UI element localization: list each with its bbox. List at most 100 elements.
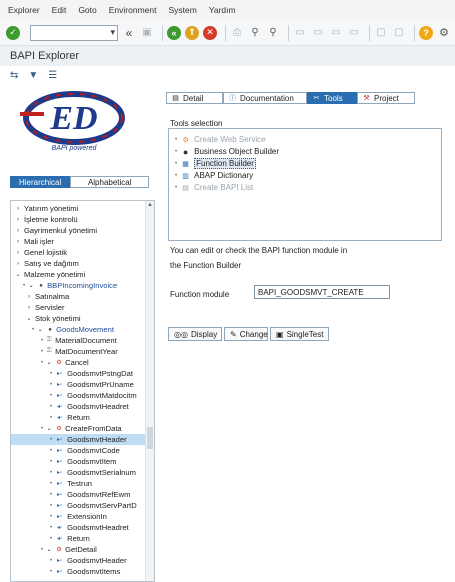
chevron-right-icon[interactable]: › xyxy=(14,238,22,246)
tools-panel: Tools selection • ⚙ Create Web Service • ●… xyxy=(166,104,444,341)
tree-node[interactable]: • ▸▫ GoodsmvtHeader xyxy=(11,555,145,566)
enter-icon[interactable]: ✓ xyxy=(6,25,20,40)
tree-node-label: BBPIncomingInvoice xyxy=(47,281,118,290)
tab-tools-label: Tools xyxy=(324,93,343,103)
tree-node[interactable]: • ◂▫ Return xyxy=(11,533,145,544)
tree-node[interactable]: • ▸▫ GoodsmvtServPartD xyxy=(11,500,145,511)
tab-alphabetical[interactable]: Alphabetical xyxy=(70,176,150,188)
page-title: BAPI Explorer xyxy=(0,46,455,66)
key-icon: ⚿ xyxy=(46,337,52,343)
menu-goto[interactable]: Goto xyxy=(78,5,96,15)
tree-node[interactable]: • ⌄ ⚙ GetDetail xyxy=(11,544,145,555)
chevron-right-icon[interactable]: › xyxy=(25,304,33,312)
tree-node[interactable]: • ▸▫ GoodsmvtPrUname xyxy=(11,379,145,390)
list-view-icon[interactable]: ☰ xyxy=(48,70,57,81)
tree-node[interactable]: › Yatırım yönetimi xyxy=(11,203,145,214)
change-button[interactable]: ✎ Change xyxy=(224,327,268,341)
tree-node-label: CreateFromData xyxy=(65,424,122,433)
chevron-right-icon[interactable]: › xyxy=(14,249,22,257)
tab-documentation[interactable]: ⓘ Documentation xyxy=(223,92,307,104)
exit-icon[interactable]: ⇑ xyxy=(185,25,199,40)
scroll-up-icon[interactable]: ▲ xyxy=(146,202,154,208)
tree-node[interactable]: • ⌄ ● GoodsMovement xyxy=(11,324,145,335)
tree-node[interactable]: › Genel lojistik xyxy=(11,247,145,258)
find-next-icon[interactable]: ⚲ xyxy=(266,26,280,40)
tree-node[interactable]: • ▸▫ Testrun xyxy=(11,478,145,489)
tree-node[interactable]: • ▸▫ GoodsmvtCode xyxy=(11,445,145,456)
param-in-icon: ▸▫ xyxy=(57,481,63,487)
single-test-button[interactable]: ▣ SingleTest xyxy=(270,327,329,341)
chevron-right-icon[interactable]: › xyxy=(14,260,22,268)
back-icon[interactable]: « xyxy=(167,25,181,40)
param-in-icon: ▸▫ xyxy=(57,492,63,498)
cancel-icon[interactable]: ✕ xyxy=(203,25,217,40)
tree-node[interactable]: • ▸▫ GoodsmvtItems xyxy=(11,566,145,577)
expand-icon[interactable]: ⌄ xyxy=(45,546,53,554)
tree-node-label: GoodsmvtHeader xyxy=(67,435,127,444)
first-page-icon: ▭ xyxy=(295,27,305,38)
tree-node[interactable]: • ⌄ ● BBPIncomingInvoice xyxy=(11,280,145,291)
menu-edit[interactable]: Edit xyxy=(52,5,67,15)
menu-help[interactable]: Yardım xyxy=(209,5,236,15)
tab-detail[interactable]: ▤ Detail xyxy=(166,92,223,104)
tree-node[interactable]: • ▸▫ GoodsmvtMatdocitm xyxy=(11,390,145,401)
switch-view-icon[interactable]: ⇆ xyxy=(10,70,18,81)
tree-node[interactable]: • ▸▫ GoodsmvtItem xyxy=(11,456,145,467)
tree-node[interactable]: • ⚿ MaterialDocument xyxy=(11,335,145,346)
command-field[interactable] xyxy=(30,24,118,41)
tree-node[interactable]: › Gayrimenkul yönetimi xyxy=(11,225,145,236)
tree-node[interactable]: › Mali işler xyxy=(11,236,145,247)
tool-business-object-builder[interactable]: • ● Business Object Builder xyxy=(175,146,279,157)
tree-node[interactable]: • ⌄ ⚙ CreateFromData xyxy=(11,423,145,434)
double-chevron-left-icon[interactable]: « xyxy=(122,26,136,40)
tree-node-label: Genel lojistik xyxy=(24,248,68,257)
new-session-icon: ▢ xyxy=(376,27,386,38)
chevron-down-icon[interactable]: ⌄ xyxy=(25,315,33,323)
tab-project[interactable]: ⚒ Project xyxy=(357,92,415,104)
tree-node[interactable]: • ◂▫ GoodsmvtHeadret xyxy=(11,401,145,412)
tree-node[interactable]: • ◂▫ GoodsmvtHeadret xyxy=(11,522,145,533)
tool-function-builder[interactable]: • ▦ Function Builder xyxy=(175,158,256,169)
list-icon: ▤ xyxy=(182,184,189,192)
menu-environment[interactable]: Environment xyxy=(109,5,157,15)
tool-abap-dictionary[interactable]: • ▥ ABAP Dictionary xyxy=(175,170,253,181)
tree-node[interactable]: • ⌄ ⚙ Cancel xyxy=(11,357,145,368)
display-button[interactable]: ◎◎ Display xyxy=(168,327,222,341)
tree-node[interactable]: ⌄ Malzeme yönetimi xyxy=(11,269,145,280)
scroll-thumb[interactable] xyxy=(147,427,153,449)
customize-layout-icon[interactable]: ⚙ xyxy=(437,26,451,40)
tree-node-label: GoodsmvtServPartD xyxy=(67,501,137,510)
tree-node[interactable]: • ▸▫ GoodsmvtPstngDat xyxy=(11,368,145,379)
chevron-right-icon[interactable]: › xyxy=(14,227,22,235)
expand-icon[interactable]: ⌄ xyxy=(27,282,35,290)
tool-create-web-service[interactable]: • ⚙ Create Web Service xyxy=(175,134,266,145)
expand-icon[interactable]: ⌄ xyxy=(36,326,44,334)
expand-icon[interactable]: ⌄ xyxy=(45,425,53,433)
tree-node[interactable]: › Satış ve dağıtım xyxy=(11,258,145,269)
tree-node[interactable]: • ⚿ MatDocumentYear xyxy=(11,346,145,357)
find-icon[interactable]: ⚲ xyxy=(248,26,262,40)
tab-tools[interactable]: ✂ Tools xyxy=(307,92,357,104)
tree-node[interactable]: › Satınalma xyxy=(11,291,145,302)
tool-create-bapi-list[interactable]: • ▤ Create BAPI List xyxy=(175,182,253,193)
chevron-right-icon[interactable]: › xyxy=(14,216,22,224)
function-module-field[interactable]: BAPI_GOODSMVT_CREATE xyxy=(254,285,390,299)
chevron-right-icon[interactable]: › xyxy=(25,293,33,301)
menu-system[interactable]: System xyxy=(168,5,196,15)
expand-icon[interactable]: ⌄ xyxy=(45,359,53,367)
tab-hierarchical[interactable]: Hierarchical xyxy=(10,176,71,188)
menu-explorer[interactable]: Explorer xyxy=(8,5,40,15)
chevron-right-icon[interactable]: › xyxy=(14,205,22,213)
tree-scrollbar[interactable]: ▲ xyxy=(145,201,154,581)
help-icon[interactable]: ? xyxy=(419,25,433,40)
tree-node[interactable]: • ▸▫ GoodsmvtHeader xyxy=(11,434,145,445)
tree-node[interactable]: • ▸▫ ExtensionIn xyxy=(11,511,145,522)
chevron-down-icon[interactable]: ⌄ xyxy=(14,271,22,279)
tree-node[interactable]: • ▸▫ GoodsmvtSerialnum xyxy=(11,467,145,478)
tree-node[interactable]: › Servisler xyxy=(11,302,145,313)
tree-node[interactable]: • ◂▫ Return xyxy=(11,412,145,423)
tree-node[interactable]: ⌄ Stok yönetimi xyxy=(11,313,145,324)
filter-icon[interactable]: ▼ xyxy=(28,70,38,81)
tree-node[interactable]: › İşletme kontrolü xyxy=(11,214,145,225)
tree-node[interactable]: • ▸▫ GoodsmvtRefEwm xyxy=(11,489,145,500)
